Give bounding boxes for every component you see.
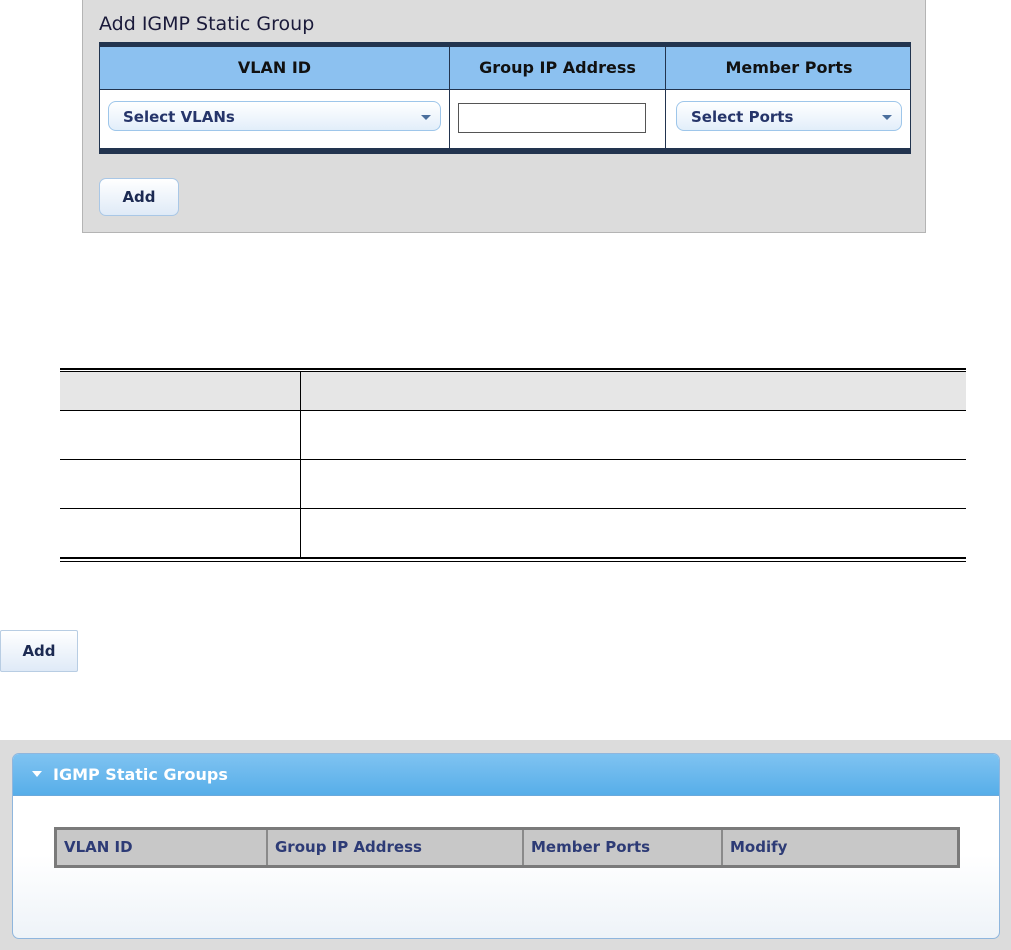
table-top-rule [60, 368, 966, 370]
column-header-vlan-id: VLAN ID [237, 58, 312, 77]
igmp-static-groups-frame: IGMP Static Groups VLAN ID Group IP Addr… [0, 740, 1011, 950]
column-header-modify: Modify [730, 838, 788, 856]
member-ports-select[interactable]: Select Ports [676, 101, 902, 131]
add-igmp-static-group-panel: Add IGMP Static Group VLAN ID Group IP A… [82, 0, 926, 233]
add-group-title: Add IGMP Static Group [99, 13, 315, 35]
add-button[interactable]: Add [0, 630, 78, 672]
table-bottom-rule [60, 557, 966, 559]
column-header-vlan-id: VLAN ID [64, 838, 133, 856]
column-header-member-ports: Member Ports [725, 58, 853, 77]
panel-title: IGMP Static Groups [53, 765, 228, 784]
static-groups-table-header: VLAN ID Group IP Address Member Ports Mo… [54, 827, 960, 868]
table-row [60, 411, 966, 458]
panel-header[interactable]: IGMP Static Groups [13, 754, 999, 796]
chevron-down-icon [421, 115, 431, 120]
add-button[interactable]: Add [99, 178, 179, 216]
table-row [60, 460, 966, 507]
add-group-table: VLAN ID Group IP Address Member Ports Se… [99, 42, 911, 154]
ports-select-label: Select Ports [691, 108, 794, 126]
column-divider [300, 372, 301, 558]
description-table [60, 368, 966, 564]
group-ip-address-input[interactable] [458, 103, 646, 133]
igmp-static-groups-panel: IGMP Static Groups VLAN ID Group IP Addr… [12, 753, 1000, 939]
column-header-member-ports: Member Ports [531, 838, 651, 856]
chevron-down-icon [882, 115, 892, 120]
column-header-group-ip: Group IP Address [275, 838, 422, 856]
table-header-row [60, 372, 966, 410]
column-divider [665, 47, 666, 148]
column-header-group-ip: Group IP Address [479, 58, 636, 77]
table-row [60, 509, 966, 556]
table-bottom-rule [60, 561, 966, 562]
add-group-table-header: VLAN ID Group IP Address Member Ports [100, 47, 910, 90]
collapse-triangle-icon[interactable] [32, 771, 42, 777]
column-divider [449, 47, 450, 148]
vlan-select[interactable]: Select VLANs [108, 101, 441, 131]
vlan-select-label: Select VLANs [123, 108, 235, 126]
